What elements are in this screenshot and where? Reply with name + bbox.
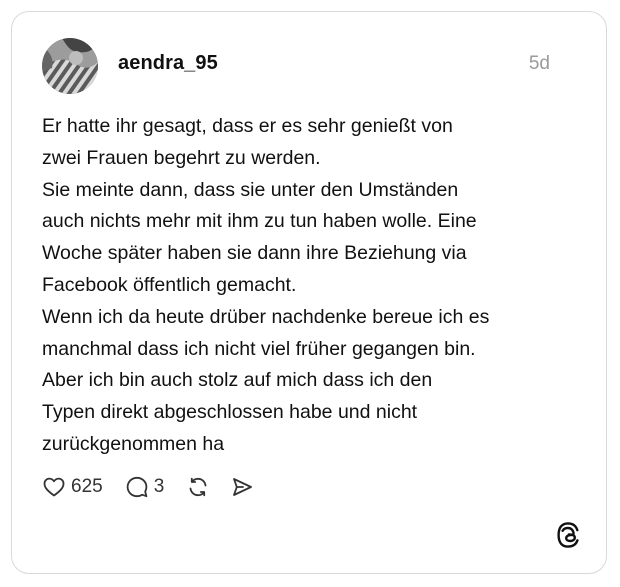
post-text-line: zurückgenommen ha bbox=[42, 432, 225, 455]
post-text-line: Sie meinte dann, dass sie unter den Umst… bbox=[42, 178, 459, 201]
like-button[interactable]: 625 bbox=[42, 475, 103, 499]
post-text-line: Wenn ich da heute drüber nachdenke bereu… bbox=[42, 305, 490, 328]
post-text: Er hatte ihr gesagt, dass er es sehr gen… bbox=[42, 111, 582, 461]
post-header: aendra_95 5d bbox=[42, 38, 576, 94]
post-text-line: Aber ich bin auch stolz auf mich dass ic… bbox=[42, 369, 433, 392]
share-button[interactable] bbox=[230, 475, 254, 499]
avatar-image bbox=[42, 38, 98, 94]
post-text-line: manchmal dass ich nicht viel früher gega… bbox=[42, 337, 476, 360]
post-text-line: zwei Frauen begehrt zu werden. bbox=[42, 146, 321, 169]
post-text-line: Er hatte ihr gesagt, dass er es sehr gen… bbox=[42, 115, 453, 137]
post-actions: 625 3 bbox=[42, 472, 254, 502]
post-text-line: Facebook öffentlich gemacht. bbox=[42, 273, 297, 296]
heart-icon bbox=[43, 477, 65, 497]
like-count: 625 bbox=[71, 476, 103, 497]
post-card: aendra_95 5d Er hatte ihr gesagt, dass e… bbox=[11, 11, 607, 574]
username[interactable]: aendra_95 bbox=[118, 52, 218, 75]
post-timestamp: 5d bbox=[528, 53, 550, 74]
avatar[interactable] bbox=[42, 38, 98, 94]
repost-icon bbox=[189, 477, 207, 497]
comment-icon bbox=[126, 476, 148, 498]
reply-button[interactable]: 3 bbox=[125, 475, 165, 499]
post-text-line: Typen direkt abgeschlossen habe und nich… bbox=[42, 401, 418, 424]
post-text-line: auch nichts mehr mit ihm zu tun haben wo… bbox=[42, 210, 477, 233]
post-text-line: Woche später haben sie dann ihre Beziehu… bbox=[42, 242, 467, 265]
threads-logo-icon bbox=[557, 522, 579, 548]
send-icon bbox=[233, 478, 253, 496]
repost-button[interactable] bbox=[186, 475, 210, 499]
reply-count: 3 bbox=[153, 476, 165, 497]
